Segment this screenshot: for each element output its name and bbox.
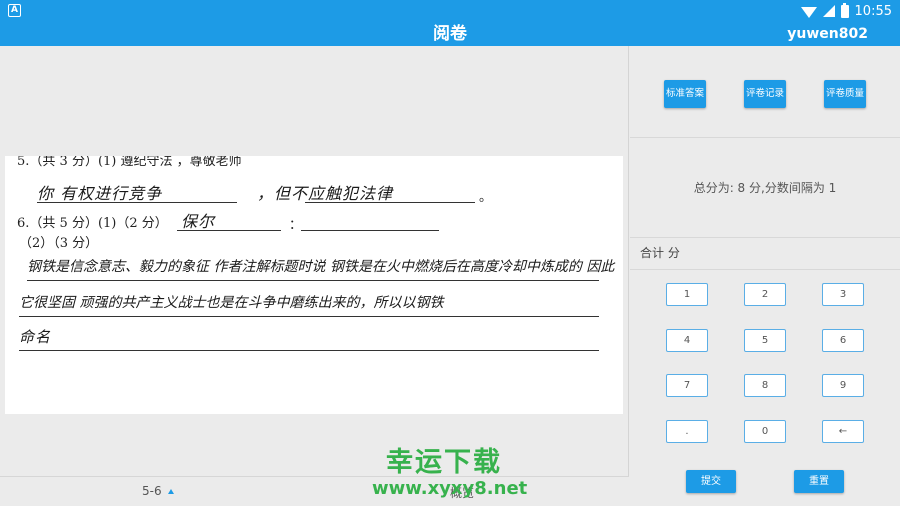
answer-line: 5.（共 3 分）(1) 遵纪守法 ，尊敬老师 [17, 156, 242, 169]
watermark-title: 幸运下载 [386, 447, 502, 478]
keypad-key-4[interactable]: 4 [666, 329, 708, 352]
answer-underline [27, 280, 599, 281]
keypad-key-6[interactable]: 6 [822, 329, 864, 352]
total-score-label: 合计 分 [640, 246, 680, 260]
watermark-url: www.xyxy8.net [372, 478, 528, 499]
answer-underline [301, 230, 439, 231]
answer-underline [19, 350, 599, 351]
grading-toolbar: 标准答案 评卷记录 评卷质量 [630, 46, 900, 138]
keypad-key-2[interactable]: 2 [744, 283, 786, 306]
app-bar: 阅卷 yuwen802 [0, 22, 900, 46]
grading-quality-button[interactable]: 评卷质量 [824, 80, 866, 108]
total-score-row: 合计 分 [630, 238, 900, 270]
keypad-key-1[interactable]: 1 [666, 283, 708, 306]
answer-line-handwritten: 你 有权进行竞争 [37, 184, 163, 203]
page-title: 阅卷 [433, 24, 467, 44]
answer-underline [37, 202, 237, 203]
answer-line-handwritten: 命名 [19, 328, 52, 346]
answer-line: （2）（3 分） [19, 236, 99, 251]
answer-underline [305, 202, 475, 203]
keypad-key-3[interactable]: 3 [822, 283, 864, 306]
keypad-key-7[interactable]: 7 [666, 374, 708, 397]
app-window: A 10:55 阅卷 yuwen802 5.（共 3 分）(1) 遵纪守法 ，尊… [0, 0, 900, 506]
answer-line-handwritten: 钢铁是信念意志、毅力的象征 作者注解标题时说 钢铁是在火中燃烧后在高度冷却中炼成… [27, 259, 615, 275]
grading-panel: 标准答案 评卷记录 评卷质量 总分为: 8 分,分数间隔为 1 合计 分 1 2… [630, 46, 900, 506]
cell-signal-icon [822, 4, 835, 17]
keypad-backspace-key[interactable]: ← [822, 420, 864, 443]
keypad-key-dot[interactable]: . [666, 420, 708, 443]
left-footer: 5-6 概览 [0, 476, 629, 506]
page-indicator[interactable]: 5-6 [142, 484, 162, 498]
grading-record-button[interactable]: 评卷记录 [744, 80, 786, 108]
answer-underline [177, 230, 281, 231]
keypad-key-9[interactable]: 9 [822, 374, 864, 397]
app-notification-icon: A [8, 4, 21, 17]
answer-line-handwritten: ，但不应触犯法律 [257, 184, 394, 203]
answer-line: 。 [479, 190, 493, 205]
user-name: yuwen802 [787, 26, 868, 42]
answer-line-handwritten: 保尔 [181, 212, 216, 231]
reset-button[interactable]: 重置 [794, 470, 844, 493]
answer-viewer: 5.（共 3 分）(1) 遵纪守法 ，尊敬老师 你 有权进行竞争 ，但不应触犯法… [0, 46, 629, 506]
status-bar: A 10:55 [0, 0, 900, 22]
battery-icon [840, 2, 849, 18]
standard-answer-button[interactable]: 标准答案 [664, 80, 706, 108]
keypad-key-5[interactable]: 5 [744, 329, 786, 352]
submit-button[interactable]: 提交 [686, 470, 736, 493]
keypad-key-8[interactable]: 8 [744, 374, 786, 397]
triangle-up-icon[interactable] [168, 489, 174, 494]
status-icons: 10:55 [800, 2, 892, 20]
answer-underline [19, 316, 599, 317]
answer-line-handwritten: 它很坚固 顽强的共产主义战士也是在斗争中磨练出来的，所以以钢铁 [19, 295, 444, 311]
status-time: 10:55 [854, 3, 892, 19]
answer-line: 6.（共 5 分）(1)（2 分） [17, 216, 168, 231]
score-info: 总分为: 8 分,分数间隔为 1 [630, 138, 900, 238]
answer-sheet-image[interactable]: 5.（共 3 分）(1) 遵纪守法 ，尊敬老师 你 有权进行竞争 ，但不应触犯法… [5, 156, 623, 414]
wifi-icon [800, 6, 817, 18]
keypad-key-0[interactable]: 0 [744, 420, 786, 443]
